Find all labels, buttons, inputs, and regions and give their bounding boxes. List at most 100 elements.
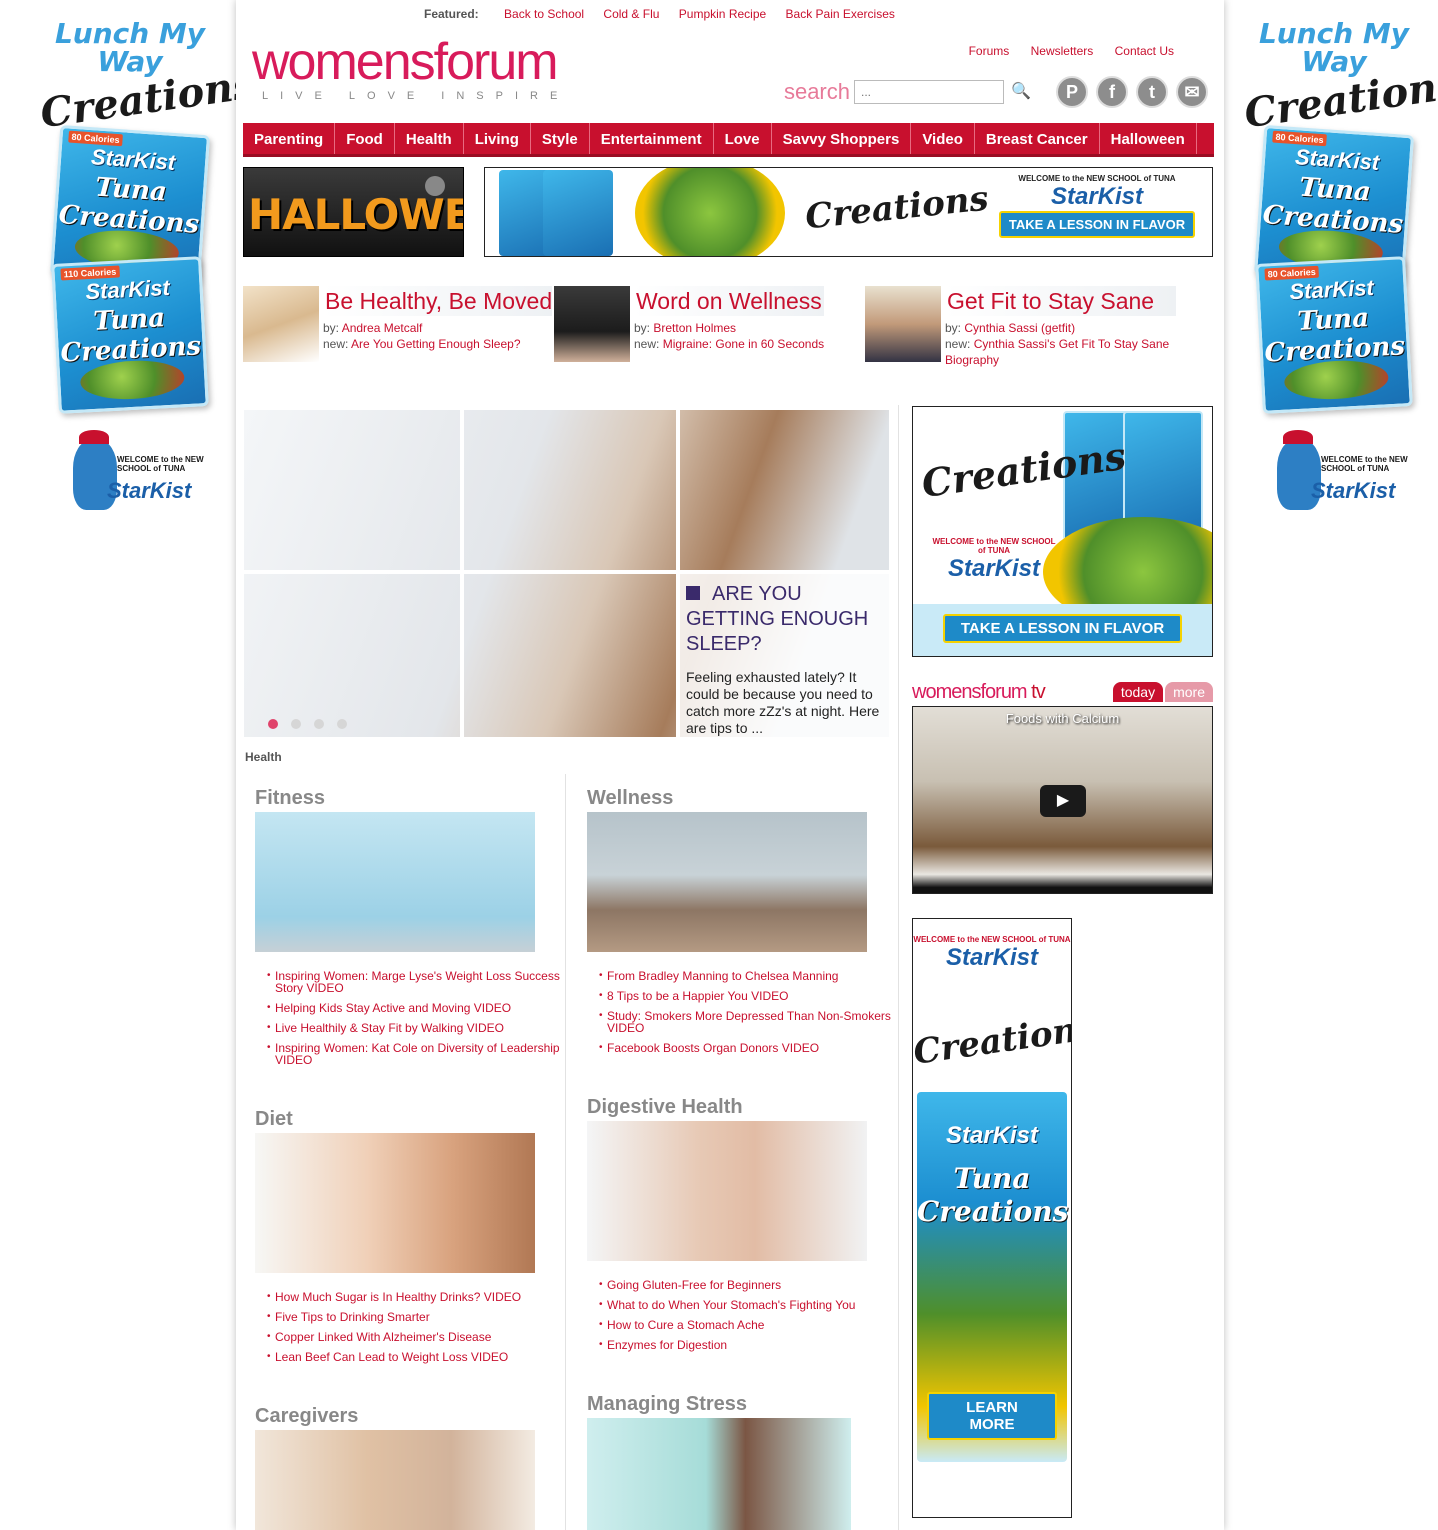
magnifier-icon[interactable]: 🔍	[1010, 81, 1032, 103]
right-skin-ad[interactable]: Lunch My Way Creations 80 Calories StarK…	[1224, 0, 1438, 1530]
caregivers-photo[interactable]	[255, 1430, 535, 1530]
fitness-photo[interactable]	[255, 812, 535, 952]
tab-today[interactable]: today	[1112, 682, 1164, 702]
nav-video[interactable]: Video	[911, 123, 975, 154]
nav-savvy-shoppers[interactable]: Savvy Shoppers	[772, 123, 912, 154]
starkist-leaderboard-ad[interactable]: Creations WELCOME to the NEW SCHOOL of T…	[484, 167, 1213, 257]
creations-logo: Creations	[803, 178, 991, 238]
expert-photo	[865, 286, 941, 362]
starkist-welcome: WELCOME to the NEW SCHOOL of TUNA	[1321, 455, 1408, 473]
featured-link-back-to-school[interactable]: Back to School	[504, 7, 584, 21]
newsletters-link[interactable]: Newsletters	[1031, 44, 1094, 58]
forums-link[interactable]: Forums	[969, 44, 1010, 58]
slider-dots	[268, 719, 360, 729]
category-title[interactable]: Wellness	[587, 786, 897, 810]
expert-title[interactable]: Be Healthy, Be Moved	[323, 286, 553, 316]
nav-food[interactable]: Food	[335, 123, 395, 154]
expert-article-link[interactable]: Cynthia Sassi's Get Fit To Stay Sane Bio…	[945, 337, 1169, 367]
expert-author-link[interactable]: Bretton Holmes	[653, 321, 736, 335]
nav-love[interactable]: Love	[714, 123, 772, 154]
starkist-skyscraper-ad[interactable]: WELCOME to the NEW SCHOOL of TUNA StarKi…	[912, 918, 1072, 1518]
article-link[interactable]: How Much Sugar is In Healthy Drinks? VID…	[275, 1290, 521, 1304]
starkist-wordmark: StarKist	[107, 478, 192, 503]
pouch-name: Tuna Creations	[1261, 172, 1405, 240]
site-logo[interactable]: womensforum LIVE LOVE INSPIRE	[252, 36, 569, 102]
article-link[interactable]: Helping Kids Stay Active and Moving VIDE…	[275, 1001, 511, 1015]
nav-style[interactable]: Style	[531, 123, 590, 154]
expert-article-link[interactable]: Migraine: Gone in 60 Seconds	[663, 337, 824, 351]
article-link[interactable]: Five Tips to Drinking Smarter	[275, 1310, 430, 1324]
left-skin-ad[interactable]: Lunch My Way Creations 80 Calories StarK…	[0, 0, 258, 1530]
nav-entertainment[interactable]: Entertainment	[590, 123, 714, 154]
category-title[interactable]: Digestive Health	[587, 1095, 897, 1119]
slider-dot[interactable]	[291, 719, 301, 729]
slider-dot[interactable]	[268, 719, 278, 729]
diet-photo[interactable]	[255, 1133, 535, 1273]
expert-card[interactable]: Get Fit to Stay Sane by: Cynthia Sassi (…	[865, 286, 1176, 368]
nav-living[interactable]: Living	[464, 123, 531, 154]
nav-parenting[interactable]: Parenting	[243, 123, 336, 154]
expert-card[interactable]: Word on Wellness by: Bretton Holmes new:…	[554, 286, 865, 368]
starkist-welcome: WELCOME to the NEW SCHOOL of TUNA	[117, 455, 204, 473]
slide-caption[interactable]: ARE YOU GETTING ENOUGH SLEEP? Feeling ex…	[680, 574, 889, 737]
article-link[interactable]: Inspiring Women: Marge Lyse's Weight Los…	[275, 969, 560, 995]
featured-link-pumpkin-recipe[interactable]: Pumpkin Recipe	[679, 7, 766, 21]
tab-more[interactable]: more	[1165, 682, 1213, 702]
wellness-photo[interactable]	[587, 812, 867, 952]
article-link[interactable]: Copper Linked With Alzheimer's Disease	[275, 1330, 491, 1344]
play-icon[interactable]: ▶	[1040, 785, 1086, 817]
starkist-square-ad[interactable]: Creations WELCOME to the NEW SCHOOL of T…	[912, 406, 1213, 657]
featured-slider[interactable]: ARE YOU GETTING ENOUGH SLEEP? Feeling ex…	[244, 410, 889, 737]
slide-text: Feeling exhausted lately? It could be be…	[686, 669, 880, 736]
nav-breast-cancer[interactable]: Breast Cancer	[975, 123, 1100, 154]
category-title[interactable]: Caregivers	[255, 1404, 565, 1428]
facebook-icon[interactable]: f	[1096, 76, 1128, 108]
expert-title[interactable]: Get Fit to Stay Sane	[945, 286, 1176, 316]
article-link[interactable]: 8 Tips to be a Happier You VIDEO	[607, 989, 788, 1003]
skin-lunch-text: Lunch My Way	[1258, 17, 1410, 78]
article-link[interactable]: Going Gluten-Free for Beginners	[607, 1278, 781, 1292]
nav-health[interactable]: Health	[395, 123, 464, 154]
slide-title-text: ARE YOU GETTING ENOUGH SLEEP?	[686, 583, 869, 655]
category-title[interactable]: Diet	[255, 1107, 565, 1131]
search-bar: search 🔍 P f t ✉	[784, 76, 1208, 108]
pouch-name: Tuna Creations	[57, 172, 201, 240]
article-link[interactable]: Inspiring Women: Kat Cole on Diversity o…	[275, 1041, 560, 1067]
search-input[interactable]	[854, 80, 1004, 104]
take-lesson-button[interactable]: TAKE A LESSON IN FLAVOR	[942, 614, 1183, 643]
article-link[interactable]: Study: Smokers More Depressed Than Non-S…	[607, 1009, 891, 1035]
article-link[interactable]: Facebook Boosts Organ Donors VIDEO	[607, 1041, 819, 1055]
article-link[interactable]: What to do When Your Stomach's Fighting …	[607, 1298, 855, 1312]
category-caregivers: Caregivers	[255, 1404, 565, 1530]
slide-title: ARE YOU GETTING ENOUGH SLEEP?	[686, 582, 883, 657]
category-title[interactable]: Fitness	[255, 786, 565, 810]
halloween-banner[interactable]: HALLOWEEN	[243, 167, 464, 257]
featured-link-back-pain[interactable]: Back Pain Exercises	[786, 7, 895, 21]
video-title: Foods with Calcium	[1005, 711, 1120, 726]
expert-card[interactable]: Be Healthy, Be Moved by: Andrea Metcalf …	[243, 286, 554, 368]
take-lesson-button[interactable]: TAKE A LESSON IN FLAVOR	[998, 211, 1196, 238]
article-link[interactable]: Live Healthily & Stay Fit by Walking VID…	[275, 1021, 504, 1035]
twitter-icon[interactable]: t	[1136, 76, 1168, 108]
article-link[interactable]: From Bradley Manning to Chelsea Manning	[607, 969, 838, 983]
article-link[interactable]: Lean Beef Can Lead to Weight Loss VIDEO	[275, 1350, 508, 1364]
article-link[interactable]: How to Cure a Stomach Ache	[607, 1318, 764, 1332]
digestive-photo[interactable]	[587, 1121, 867, 1261]
stress-photo[interactable]	[587, 1418, 851, 1530]
learn-more-button[interactable]: LEARN MORE	[927, 1392, 1057, 1440]
pinterest-icon[interactable]: P	[1056, 76, 1088, 108]
expert-article-link[interactable]: Are You Getting Enough Sleep?	[351, 337, 520, 351]
category-title[interactable]: Managing Stress	[587, 1392, 897, 1416]
expert-author-link[interactable]: Andrea Metcalf	[342, 321, 423, 335]
email-icon[interactable]: ✉	[1176, 76, 1208, 108]
expert-author-link[interactable]: Cynthia Sassi (getfit)	[964, 321, 1075, 335]
video-player[interactable]: Foods with Calcium ▶	[912, 706, 1213, 894]
list-item: Going Gluten-Free for Beginners	[599, 1279, 897, 1291]
expert-title[interactable]: Word on Wellness	[634, 286, 825, 316]
contact-us-link[interactable]: Contact Us	[1115, 44, 1174, 58]
article-link[interactable]: Enzymes for Digestion	[607, 1338, 727, 1352]
featured-link-cold-flu[interactable]: Cold & Flu	[603, 7, 659, 21]
slider-dot[interactable]	[337, 719, 347, 729]
slider-dot[interactable]	[314, 719, 324, 729]
nav-halloween[interactable]: Halloween	[1100, 123, 1197, 154]
